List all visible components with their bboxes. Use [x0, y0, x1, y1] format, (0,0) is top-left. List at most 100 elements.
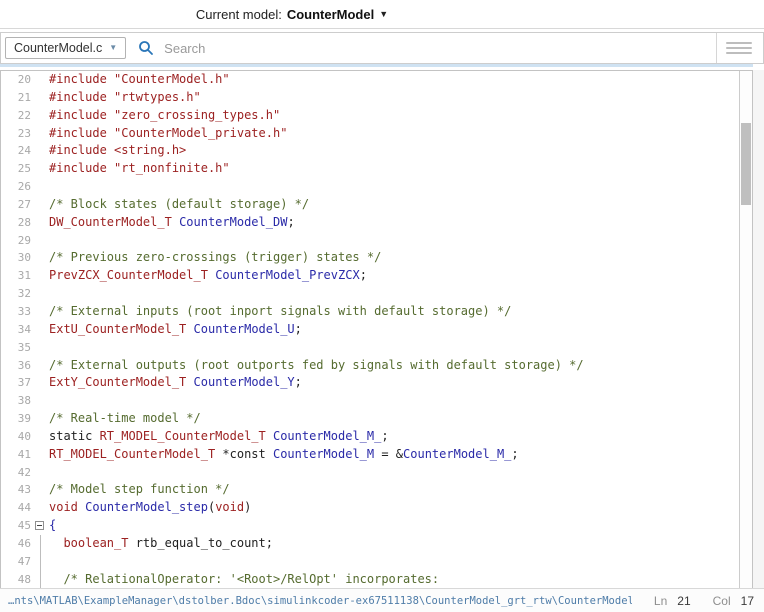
code-line: 24 #include <string.h> — [1, 142, 739, 160]
code-line: 47 — [1, 553, 739, 571]
line-number: 24 — [1, 142, 33, 160]
code-line: 29 — [1, 232, 739, 250]
code-generation-report-window: Current model: CounterModel ▼ CounterMod… — [0, 0, 764, 612]
vertical-scrollbar-thumb[interactable] — [741, 123, 751, 206]
code-text: #include "zero_crossing_types.h" — [49, 107, 280, 125]
code-text: { — [49, 517, 56, 535]
line-number: 33 — [1, 303, 33, 321]
line-number: 34 — [1, 321, 33, 339]
code-line: 35 — [1, 339, 739, 357]
code-text: #include <string.h> — [49, 142, 186, 160]
fold-column — [33, 160, 49, 178]
code-text: RT_MODEL_CounterModel_T *const CounterMo… — [49, 446, 519, 464]
fold-column — [33, 232, 49, 250]
code-line: 41 RT_MODEL_CounterModel_T *const Counter… — [1, 446, 739, 464]
code-line: 38 — [1, 392, 739, 410]
code-text: /* External inputs (root inport signals … — [49, 303, 511, 321]
line-number: 21 — [1, 89, 33, 107]
code-line: 37ExtY_CounterModel_T CounterModel_Y; — [1, 374, 739, 392]
code-text: static RT_MODEL_CounterModel_T CounterMo… — [49, 428, 389, 446]
status-bar: …nts\MATLAB\ExampleManager\dstolber.Bdoc… — [0, 588, 764, 612]
fold-column — [33, 517, 49, 535]
line-number: 46 — [1, 535, 33, 553]
fold-column — [33, 374, 49, 392]
line-label: Ln — [654, 594, 667, 608]
code-line: 43/* Model step function */ — [1, 481, 739, 499]
line-number: 38 — [1, 392, 33, 410]
file-selector-dropdown[interactable]: CounterModel.c ▼ — [5, 37, 126, 59]
code-text: /* External outputs (root outports fed b… — [49, 357, 584, 375]
code-line: 48 /* RelationalOperator: '<Root>/RelOpt… — [1, 571, 739, 588]
code-text: #include "CounterModel.h" — [49, 71, 230, 89]
code-lines: 20 #include "CounterModel.h" 21 #include "r… — [1, 71, 739, 588]
code-text: #include "rtwtypes.h" — [49, 89, 201, 107]
fold-collapse-icon[interactable] — [35, 521, 44, 530]
code-text: DW_CounterModel_T CounterModel_DW; — [49, 214, 295, 232]
fold-column — [33, 499, 49, 517]
line-number: 45 — [1, 517, 33, 535]
col-value: 17 — [741, 594, 754, 608]
fold-guide-line — [33, 535, 49, 553]
line-number: 28 — [1, 214, 33, 232]
file-selector-label: CounterModel.c — [14, 41, 102, 55]
fold-column — [33, 410, 49, 428]
toolbar: CounterModel.c ▼ — [0, 32, 764, 64]
line-number: 27 — [1, 196, 33, 214]
fold-column — [33, 428, 49, 446]
code-line: 32 — [1, 285, 739, 303]
fold-column — [33, 214, 49, 232]
line-number: 25 — [1, 160, 33, 178]
vertical-scrollbar[interactable] — [739, 71, 752, 588]
code-line: 31PrevZCX_CounterModel_T CounterModel_Pr… — [1, 267, 739, 285]
search-field[interactable] — [126, 33, 717, 63]
line-number: 29 — [1, 232, 33, 250]
fold-column — [33, 89, 49, 107]
fold-column — [33, 303, 49, 321]
line-number: 20 — [1, 71, 33, 89]
page-background — [753, 70, 764, 588]
fold-column — [33, 142, 49, 160]
fold-column — [33, 357, 49, 375]
code-text: /* Real-time model */ — [49, 410, 201, 428]
chevron-down-icon: ▼ — [109, 44, 117, 52]
fold-column — [33, 339, 49, 357]
line-value: 21 — [677, 594, 690, 608]
search-input[interactable] — [162, 40, 716, 57]
fold-column — [33, 71, 49, 89]
fold-column — [33, 321, 49, 339]
line-number: 23 — [1, 125, 33, 143]
code-text: /* RelationalOperator: '<Root>/RelOpt' i… — [49, 571, 439, 588]
code-text: ExtU_CounterModel_T CounterModel_U; — [49, 321, 302, 339]
line-number: 40 — [1, 428, 33, 446]
code-text: /* Previous zero-crossings (trigger) sta… — [49, 249, 381, 267]
header-bar: Current model: CounterModel ▼ — [0, 0, 764, 29]
code-line: 42 — [1, 464, 739, 482]
line-number: 39 — [1, 410, 33, 428]
line-number: 41 — [1, 446, 33, 464]
code-line: 25#include "rt_nonfinite.h" — [1, 160, 739, 178]
code-line: 27/* Block states (default storage) */ — [1, 196, 739, 214]
current-model-dropdown[interactable]: Current model: CounterModel ▼ — [196, 7, 388, 22]
code-line: 39 /* Real-time model */ — [1, 410, 739, 428]
code-line: 30/* Previous zero-crossings (trigger) s… — [1, 249, 739, 267]
code-line: 23#include "CounterModel_private.h" — [1, 125, 739, 143]
fold-column — [33, 392, 49, 410]
line-number: 35 — [1, 339, 33, 357]
line-number: 32 — [1, 285, 33, 303]
fold-column — [33, 249, 49, 267]
line-number: 31 — [1, 267, 33, 285]
code-line: 46 boolean_T rtb_equal_to_count; — [1, 535, 739, 553]
fold-column — [33, 178, 49, 196]
fold-column — [33, 285, 49, 303]
fold-column — [33, 481, 49, 499]
code-line: 44void CounterModel_step(void) — [1, 499, 739, 517]
line-number: 36 — [1, 357, 33, 375]
code-line: 28 DW_CounterModel_T CounterModel_DW; — [1, 214, 739, 232]
code-line: 34 ExtU_CounterModel_T CounterModel_U; — [1, 321, 739, 339]
line-number: 47 — [1, 553, 33, 571]
current-model-label: Current model: — [196, 7, 282, 22]
fold-column — [33, 107, 49, 125]
hamburger-menu-icon[interactable] — [723, 38, 755, 58]
line-number: 42 — [1, 464, 33, 482]
col-label: Col — [713, 594, 731, 608]
